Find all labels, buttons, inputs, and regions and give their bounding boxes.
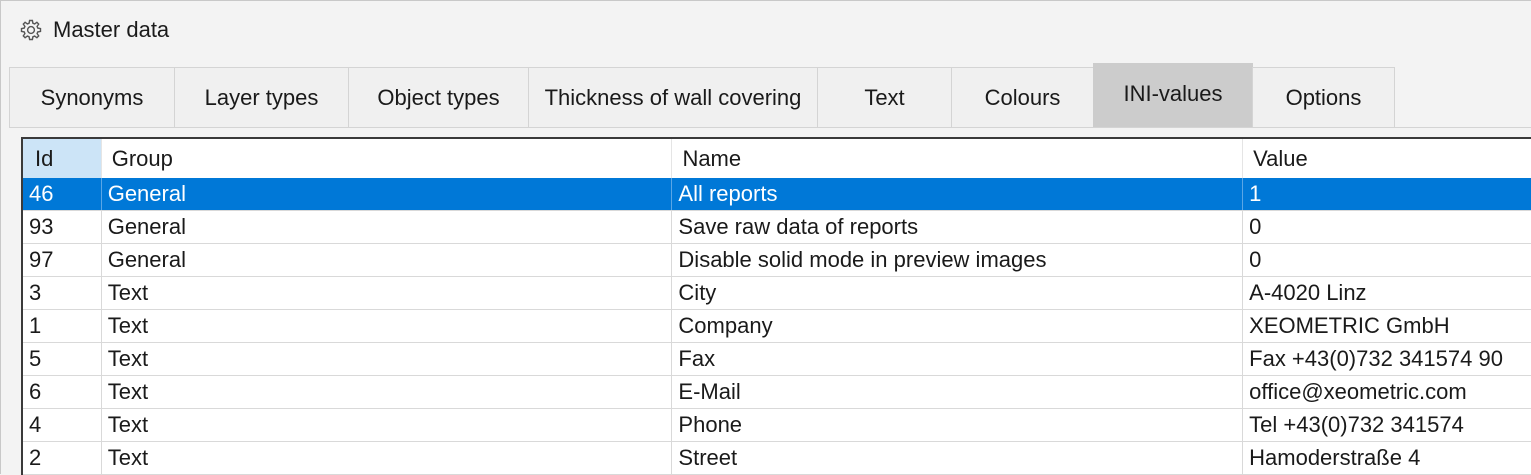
tab-colours[interactable]: Colours bbox=[951, 67, 1094, 127]
cell-id[interactable]: 2 bbox=[23, 442, 102, 474]
tab-strip: Synonyms Layer types Object types Thickn… bbox=[9, 63, 1395, 127]
grid-rows: 46 General All reports 1 93 General Save raw d… bbox=[23, 178, 1531, 475]
tab-options[interactable]: Options bbox=[1252, 67, 1395, 127]
tab-label: Synonyms bbox=[40, 84, 144, 110]
cell-group[interactable]: General bbox=[102, 244, 673, 276]
tab-label: INI-values bbox=[1123, 80, 1223, 106]
ini-values-grid[interactable]: Id Group Name Value 46 General All reports… bbox=[21, 137, 1531, 475]
title-bar[interactable]: Master data bbox=[1, 1, 1531, 59]
tab-label: Options bbox=[1285, 84, 1362, 110]
grid-header: Id Group Name Value bbox=[23, 139, 1531, 178]
cell-id[interactable]: 6 bbox=[23, 376, 102, 408]
cell-group[interactable]: Text bbox=[102, 442, 673, 474]
cell-id[interactable]: 46 bbox=[23, 178, 102, 210]
cell-group[interactable]: Text bbox=[102, 310, 673, 342]
cell-id[interactable]: 4 bbox=[23, 409, 102, 441]
tab-label: Text bbox=[864, 84, 905, 110]
cell-name[interactable]: City bbox=[672, 277, 1244, 309]
tab-label: Colours bbox=[984, 84, 1061, 110]
tab-label: Object types bbox=[377, 84, 500, 110]
tab-thickness-of-wall-covering[interactable]: Thickness of wall covering bbox=[528, 67, 818, 127]
table-row[interactable]: 97 General Disable solid mode in preview i… bbox=[23, 244, 1531, 277]
column-header-id[interactable]: Id bbox=[23, 139, 102, 178]
cell-value[interactable]: XEOMETRIC GmbH bbox=[1243, 310, 1531, 342]
cell-name[interactable]: Disable solid mode in preview images bbox=[672, 244, 1244, 276]
table-row[interactable]: 5 Text Fax Fax +43(0)732 341574 90 bbox=[23, 343, 1531, 376]
table-row[interactable]: 3 Text City A-4020 Linz bbox=[23, 277, 1531, 310]
table-row[interactable]: 46 General All reports 1 bbox=[23, 178, 1531, 211]
cell-name[interactable]: Street bbox=[672, 442, 1244, 474]
cell-id[interactable]: 5 bbox=[23, 343, 102, 375]
column-header-value[interactable]: Value bbox=[1243, 139, 1531, 178]
cell-value[interactable]: 1 bbox=[1243, 178, 1531, 210]
gear-icon bbox=[18, 17, 44, 43]
column-header-name[interactable]: Name bbox=[672, 139, 1244, 178]
tab-panel-divider bbox=[9, 127, 1531, 128]
cell-id[interactable]: 1 bbox=[23, 310, 102, 342]
table-row[interactable]: 6 Text E-Mail office@xeometric.com bbox=[23, 376, 1531, 409]
cell-id[interactable]: 3 bbox=[23, 277, 102, 309]
tab-object-types[interactable]: Object types bbox=[348, 67, 529, 127]
table-row[interactable]: 1 Text Company XEOMETRIC GmbH bbox=[23, 310, 1531, 343]
tab-ini-values[interactable]: INI-values bbox=[1093, 63, 1253, 127]
cell-value[interactable]: office@xeometric.com bbox=[1243, 376, 1531, 408]
tab-text[interactable]: Text bbox=[817, 67, 952, 127]
cell-name[interactable]: Phone bbox=[672, 409, 1244, 441]
tab-label: Layer types bbox=[204, 84, 319, 110]
cell-id[interactable]: 93 bbox=[23, 211, 102, 243]
cell-name[interactable]: Save raw data of reports bbox=[672, 211, 1244, 243]
cell-name[interactable]: Fax bbox=[672, 343, 1244, 375]
cell-name[interactable]: Company bbox=[672, 310, 1244, 342]
cell-group[interactable]: Text bbox=[102, 343, 673, 375]
tab-layer-types[interactable]: Layer types bbox=[174, 67, 349, 127]
cell-group[interactable]: Text bbox=[102, 376, 673, 408]
table-row[interactable]: 93 General Save raw data of reports 0 bbox=[23, 211, 1531, 244]
cell-value[interactable]: A-4020 Linz bbox=[1243, 277, 1531, 309]
cell-value[interactable]: 0 bbox=[1243, 244, 1531, 276]
cell-group[interactable]: General bbox=[102, 178, 673, 210]
master-data-window: Master data Synonyms Layer types Object … bbox=[0, 0, 1531, 475]
tab-synonyms[interactable]: Synonyms bbox=[9, 67, 175, 127]
cell-group[interactable]: Text bbox=[102, 277, 673, 309]
table-row[interactable]: 4 Text Phone Tel +43(0)732 341574 bbox=[23, 409, 1531, 442]
cell-group[interactable]: General bbox=[102, 211, 673, 243]
table-row[interactable]: 2 Text Street Hamoderstraße 4 bbox=[23, 442, 1531, 475]
window-title: Master data bbox=[53, 17, 170, 42]
cell-id[interactable]: 97 bbox=[23, 244, 102, 276]
cell-value[interactable]: Hamoderstraße 4 bbox=[1243, 442, 1531, 474]
tab-label: Thickness of wall covering bbox=[544, 84, 802, 110]
cell-name[interactable]: E-Mail bbox=[672, 376, 1244, 408]
cell-value[interactable]: Tel +43(0)732 341574 bbox=[1243, 409, 1531, 441]
column-header-group[interactable]: Group bbox=[102, 139, 673, 178]
cell-value[interactable]: 0 bbox=[1243, 211, 1531, 243]
cell-name[interactable]: All reports bbox=[672, 178, 1244, 210]
cell-value[interactable]: Fax +43(0)732 341574 90 bbox=[1243, 343, 1531, 375]
cell-group[interactable]: Text bbox=[102, 409, 673, 441]
